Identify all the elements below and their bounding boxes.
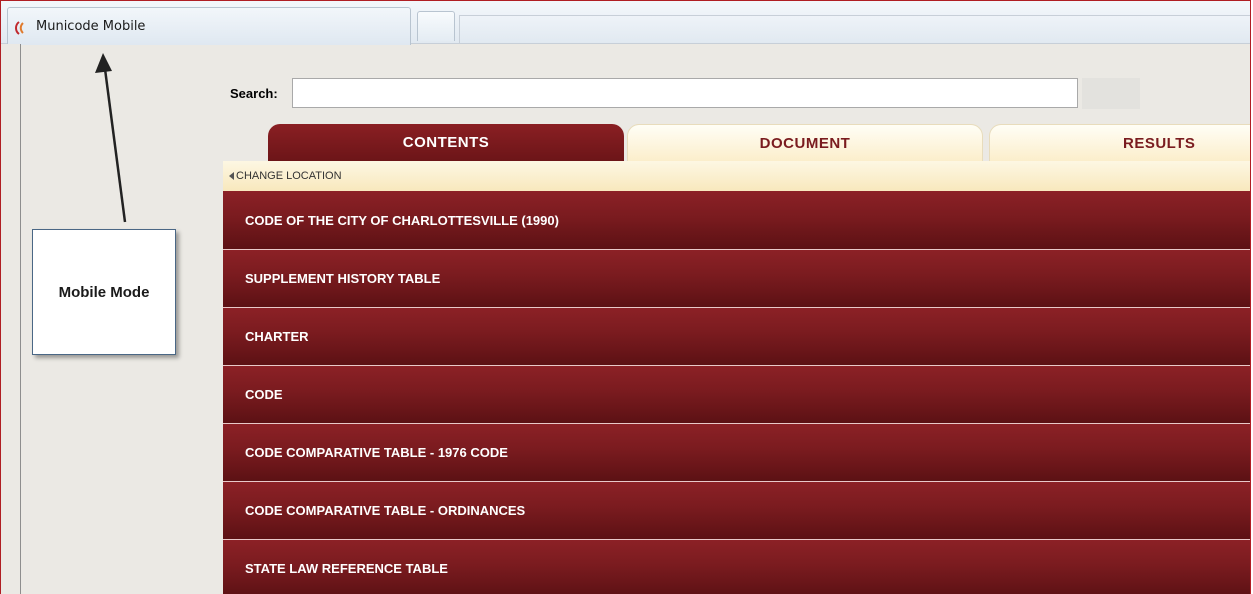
list-item-label: CHARTER (245, 329, 309, 344)
list-item-comparative-1976[interactable]: CODE COMPARATIVE TABLE - 1976 CODE (223, 424, 1250, 482)
change-location-link[interactable]: CHANGE LOCATION (223, 161, 1250, 191)
tab-document[interactable]: DOCUMENT (627, 124, 983, 161)
content-tabs: CONTENTS DOCUMENT RESULTS (223, 124, 1250, 161)
tab-results[interactable]: RESULTS (989, 124, 1250, 161)
list-item-label: SUPPLEMENT HISTORY TABLE (245, 271, 441, 286)
app-window: Municode Mobile Mobile Mode Search: CONT… (0, 0, 1251, 594)
list-item-label: CODE (245, 387, 283, 402)
change-location-label: CHANGE LOCATION (236, 170, 342, 182)
search-button[interactable] (1082, 78, 1140, 109)
back-triangle-icon (229, 172, 234, 180)
list-item-code[interactable]: CODE (223, 366, 1250, 424)
list-item-charter[interactable]: CHARTER (223, 308, 1250, 366)
new-tab-button[interactable] (417, 11, 455, 41)
list-item-supplement-history[interactable]: SUPPLEMENT HISTORY TABLE (223, 250, 1250, 308)
list-item-label: CODE COMPARATIVE TABLE - ORDINANCES (245, 503, 526, 518)
mobile-mode-callout: Mobile Mode (32, 229, 176, 355)
tab-contents[interactable]: CONTENTS (268, 124, 624, 161)
list-item-code-of-the-city[interactable]: CODE OF THE CITY OF CHARLOTTESVILLE (199… (223, 191, 1250, 250)
callout-text: Mobile Mode (58, 283, 150, 301)
contents-list: CODE OF THE CITY OF CHARLOTTESVILLE (199… (223, 191, 1250, 594)
list-item-label: STATE LAW REFERENCE TABLE (245, 561, 448, 576)
tabbar-empty-area (459, 15, 1250, 43)
list-item-label: CODE OF THE CITY OF CHARLOTTESVILLE (199… (245, 212, 559, 228)
search-input[interactable] (292, 78, 1078, 108)
list-item-state-law-reference[interactable]: STATE LAW REFERENCE TABLE (223, 540, 1250, 594)
list-item-label: CODE COMPARATIVE TABLE - 1976 CODE (245, 445, 508, 460)
list-item-comparative-ordinances[interactable]: CODE COMPARATIVE TABLE - ORDINANCES (223, 482, 1250, 540)
search-label: Search: (230, 86, 278, 101)
